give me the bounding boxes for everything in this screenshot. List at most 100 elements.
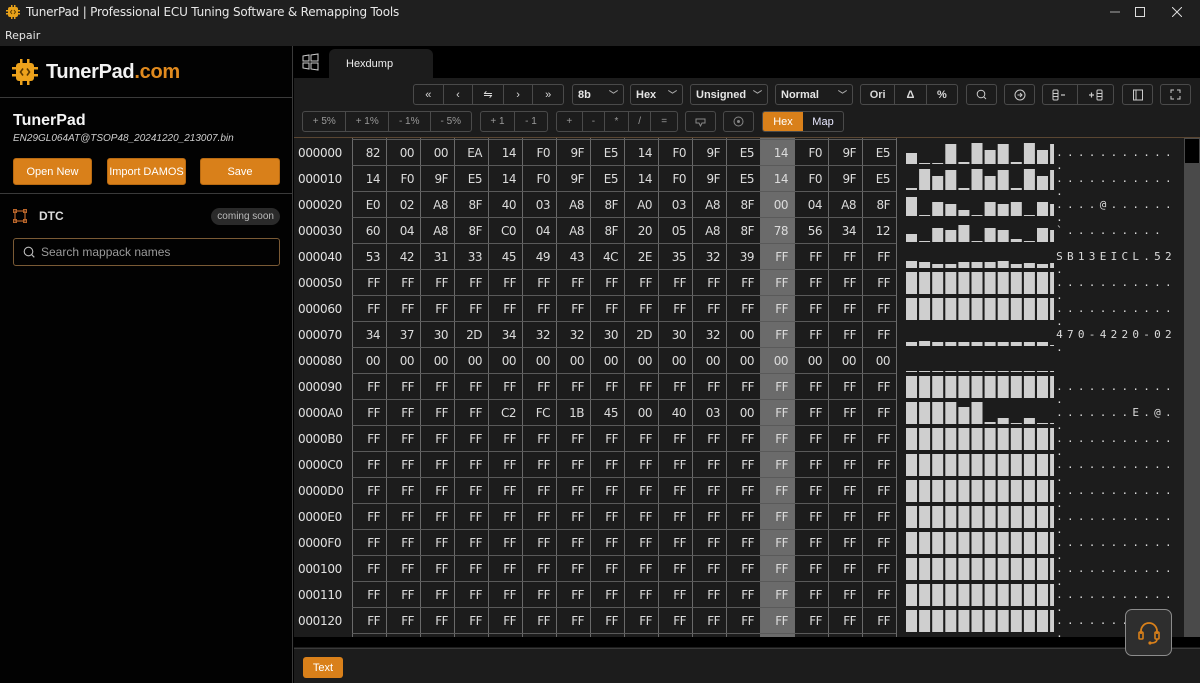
- hex-cell[interactable]: C2: [488, 400, 522, 426]
- hex-cell[interactable]: FF: [658, 530, 692, 556]
- hex-cell[interactable]: FF: [828, 244, 862, 270]
- hex-cell[interactable]: FF: [488, 478, 522, 504]
- hex-cell[interactable]: FF: [590, 530, 624, 556]
- hex-cell[interactable]: FF: [624, 608, 658, 634]
- hex-cell[interactable]: FF: [386, 426, 420, 452]
- hex-cell[interactable]: FF: [590, 426, 624, 452]
- hex-cell[interactable]: FF: [862, 582, 896, 608]
- hex-cell[interactable]: 05: [658, 218, 692, 244]
- hex-cell[interactable]: FF: [420, 478, 454, 504]
- hex-cell[interactable]: FF: [658, 296, 692, 322]
- hex-cell[interactable]: FF: [556, 374, 590, 400]
- tab-hexdump[interactable]: Hexdump: [329, 49, 433, 78]
- last-page-button[interactable]: »: [533, 85, 563, 104]
- hex-cell[interactable]: FF: [692, 608, 726, 634]
- delta-button[interactable]: Δ: [895, 85, 927, 104]
- copy-button[interactable]: [685, 111, 716, 132]
- hex-cell[interactable]: FF: [352, 608, 386, 634]
- hex-cell[interactable]: F0: [658, 140, 692, 166]
- hex-cell[interactable]: FF: [556, 556, 590, 582]
- hex-cell[interactable]: A8: [692, 192, 726, 218]
- hex-cell[interactable]: FF: [760, 322, 794, 348]
- hex-cell[interactable]: FF: [590, 504, 624, 530]
- hex-cell[interactable]: FF: [488, 504, 522, 530]
- hex-cell[interactable]: F0: [794, 140, 828, 166]
- hex-cell[interactable]: 03: [658, 192, 692, 218]
- byte-order-select[interactable]: Normal ﹀: [775, 84, 853, 105]
- hex-cell[interactable]: FF: [556, 504, 590, 530]
- hex-cell[interactable]: FF: [454, 504, 488, 530]
- hex-cell[interactable]: 00: [420, 140, 454, 166]
- hex-cell[interactable]: 31: [420, 244, 454, 270]
- hex-cell[interactable]: FF: [420, 426, 454, 452]
- mappack-search[interactable]: [13, 238, 280, 266]
- hex-cell[interactable]: 32: [556, 322, 590, 348]
- hex-cell[interactable]: 9F: [556, 140, 590, 166]
- hex-cell[interactable]: FF: [726, 608, 760, 634]
- fullscreen-button[interactable]: [1160, 84, 1191, 105]
- hex-cell[interactable]: FF: [862, 374, 896, 400]
- hex-cell[interactable]: 14: [624, 140, 658, 166]
- hex-cell[interactable]: FF: [386, 530, 420, 556]
- hex-cell[interactable]: 12: [862, 218, 896, 244]
- hex-cell[interactable]: FF: [386, 296, 420, 322]
- hex-cell[interactable]: FF: [794, 426, 828, 452]
- hex-cell[interactable]: FF: [590, 452, 624, 478]
- hex-cell[interactable]: 00: [488, 348, 522, 374]
- hex-cell[interactable]: FF: [862, 556, 896, 582]
- hex-cell[interactable]: 30: [590, 322, 624, 348]
- hex-cell[interactable]: FF: [692, 270, 726, 296]
- hex-cell[interactable]: 00: [726, 400, 760, 426]
- hex-cell[interactable]: E5: [454, 166, 488, 192]
- hex-cell[interactable]: FF: [862, 530, 896, 556]
- hex-cell[interactable]: FF: [590, 478, 624, 504]
- hex-cell[interactable]: FC: [522, 400, 556, 426]
- hex-cell[interactable]: FF: [590, 556, 624, 582]
- hex-cell[interactable]: FF: [760, 426, 794, 452]
- hex-cell[interactable]: FF: [386, 608, 420, 634]
- hex-cell[interactable]: 2D: [624, 322, 658, 348]
- decrease-5-percent-button[interactable]: - 5%: [431, 112, 472, 131]
- hex-cell[interactable]: FF: [352, 296, 386, 322]
- hex-cell[interactable]: FF: [794, 322, 828, 348]
- reset-button[interactable]: [723, 111, 754, 132]
- hex-cell[interactable]: FF: [352, 452, 386, 478]
- hex-cell[interactable]: 60: [352, 218, 386, 244]
- hex-cell[interactable]: E5: [862, 140, 896, 166]
- hex-cell[interactable]: FF: [658, 374, 692, 400]
- swap-button[interactable]: ⇋: [473, 85, 504, 104]
- hex-cell[interactable]: 34: [352, 322, 386, 348]
- remove-column-button[interactable]: [1043, 85, 1079, 104]
- hex-cell[interactable]: 00: [386, 140, 420, 166]
- hex-cell[interactable]: FF: [454, 426, 488, 452]
- hex-cell[interactable]: FF: [624, 556, 658, 582]
- hex-cell[interactable]: 00: [726, 348, 760, 374]
- hex-cell[interactable]: FF: [454, 452, 488, 478]
- hex-cell[interactable]: FF: [590, 270, 624, 296]
- hex-cell[interactable]: FF: [488, 608, 522, 634]
- hex-cell[interactable]: FF: [624, 478, 658, 504]
- hex-cell[interactable]: FF: [794, 504, 828, 530]
- hex-cell[interactable]: 8F: [454, 192, 488, 218]
- hex-cell[interactable]: 14: [624, 166, 658, 192]
- hex-cell[interactable]: FF: [454, 478, 488, 504]
- hex-cell[interactable]: FF: [386, 270, 420, 296]
- hex-cell[interactable]: FF: [828, 426, 862, 452]
- hex-cell[interactable]: FF: [658, 270, 692, 296]
- hex-cell[interactable]: FF: [522, 582, 556, 608]
- hex-cell[interactable]: FF: [760, 478, 794, 504]
- hex-cell[interactable]: FF: [828, 452, 862, 478]
- hex-cell[interactable]: E5: [590, 166, 624, 192]
- hex-cell[interactable]: FF: [352, 556, 386, 582]
- hex-cell[interactable]: FF: [420, 400, 454, 426]
- hex-cell[interactable]: 56: [794, 218, 828, 244]
- sign-select[interactable]: Unsigned ﹀: [690, 84, 768, 105]
- horizontal-scrollbar[interactable]: [294, 637, 1200, 647]
- hex-cell[interactable]: FF: [386, 400, 420, 426]
- hex-cell[interactable]: FF: [420, 296, 454, 322]
- hex-cell[interactable]: FF: [522, 270, 556, 296]
- hex-cell[interactable]: 32: [692, 322, 726, 348]
- hex-cell[interactable]: FF: [726, 504, 760, 530]
- hex-cell[interactable]: FF: [590, 608, 624, 634]
- hex-cell[interactable]: 00: [692, 348, 726, 374]
